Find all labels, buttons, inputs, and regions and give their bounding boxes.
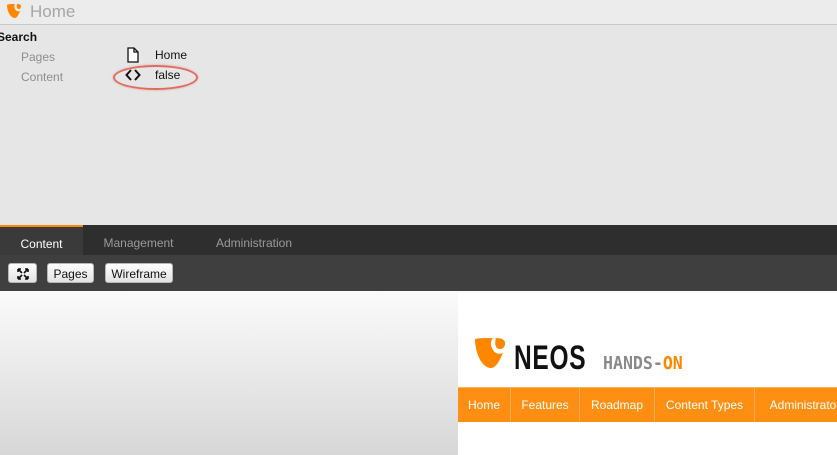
tab-administration[interactable]: Administration [200,225,308,255]
site-brand: NEOS [514,339,587,377]
wireframe-button[interactable]: Wireframe [105,263,173,283]
result-page-home[interactable]: Home [155,48,187,62]
typo3-logo-icon [7,4,21,18]
site-tagline: HANDS-ON [603,353,683,374]
toolbar: Pages Wireframe [0,255,837,291]
highlight-ring [113,65,198,90]
search-heading: Search [0,30,38,44]
fullscreen-icon [17,268,29,280]
document-icon [127,47,139,63]
site-navigation: Home Features Roadmap Content Types Admi… [458,387,837,422]
result-label-content: Content [21,70,64,84]
nav-administrator[interactable]: Administrator [755,388,837,422]
nav-features[interactable]: Features [511,388,580,422]
pages-button[interactable]: Pages [47,263,94,283]
tab-management[interactable]: Management [90,225,187,255]
module-tab-bar: Content Management Administration [0,225,837,255]
nav-content-types[interactable]: Content Types [655,388,755,422]
search-panel: Search Pages Home Content false [0,25,837,225]
title-bar: Home [0,0,837,25]
nav-home[interactable]: Home [458,388,511,422]
tagline-part1: HANDS- [603,353,663,374]
fullscreen-button[interactable] [8,263,37,283]
neos-logo-icon [475,338,505,368]
result-label-pages: Pages [21,50,56,64]
nav-roadmap[interactable]: Roadmap [580,388,655,422]
tagline-part2: ON [662,353,683,374]
website-preview: NEOS HANDS-ON Home Features Roadmap Cont… [458,293,837,455]
window-title: Home [30,2,76,21]
tab-content[interactable]: Content [0,225,83,255]
